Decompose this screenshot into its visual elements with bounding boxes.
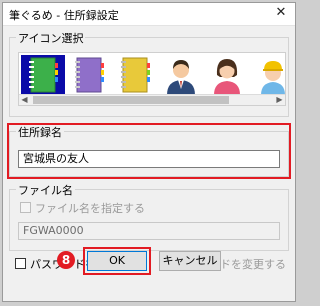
close-icon[interactable]: ✕ (273, 5, 289, 21)
title-bar: 筆ぐるめ - 住所録設定 ✕ (3, 3, 295, 26)
address-book-settings-dialog: 筆ぐるめ - 住所録設定 ✕ アイコン選択 ◀ ▶ 住所録名 宮城県の友人 ファ… (2, 2, 296, 302)
file-name-group: ファイル名 ファイル名を指定する FGWA0000 (9, 182, 289, 251)
icon-list-scrollbar[interactable]: ◀ ▶ (19, 94, 285, 105)
businessman-avatar-icon[interactable] (159, 55, 203, 95)
scrollbar-thumb[interactable] (33, 96, 229, 104)
child-avatar-icon[interactable] (251, 55, 285, 95)
highlight-frame-ok (83, 247, 151, 275)
green-notebook-icon[interactable] (21, 55, 65, 95)
step-number-badge: 8 (57, 251, 75, 269)
highlight-frame-address-name (7, 123, 291, 179)
specify-file-name-label: ファイル名を指定する (35, 202, 145, 215)
set-password-checkbox[interactable] (15, 258, 26, 269)
yellow-notebook-icon[interactable] (113, 55, 157, 95)
purple-notebook-icon[interactable] (67, 55, 111, 95)
specify-file-name-checkbox[interactable] (20, 202, 31, 213)
scroll-left-icon[interactable]: ◀ (19, 95, 30, 105)
file-name-label: ファイル名 (16, 182, 75, 198)
cancel-button[interactable]: キャンセル (159, 251, 221, 271)
file-name-input[interactable]: FGWA0000 (18, 222, 280, 240)
icon-select-label: アイコン選択 (16, 30, 86, 46)
icon-select-group: アイコン選択 ◀ ▶ (9, 30, 289, 117)
icon-list[interactable]: ◀ ▶ (18, 52, 286, 106)
scroll-right-icon[interactable]: ▶ (274, 95, 285, 105)
woman-avatar-icon[interactable] (205, 55, 249, 95)
window-title: 筆ぐるめ - 住所録設定 (9, 9, 119, 22)
